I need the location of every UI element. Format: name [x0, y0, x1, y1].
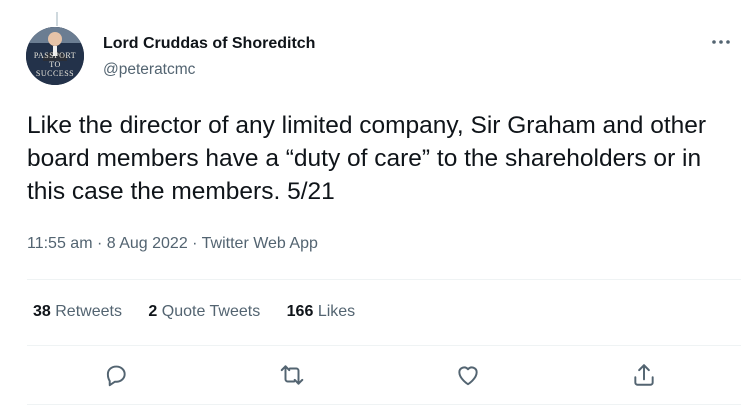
heart-icon[interactable]: [455, 362, 481, 388]
likes-label: Likes: [317, 303, 356, 320]
retweet-icon[interactable]: [279, 362, 305, 388]
avatar-text-line-1: PASSPORT: [33, 51, 77, 60]
action-bar: [0, 362, 741, 388]
tweet-source[interactable]: Twitter Web App: [202, 235, 318, 252]
tweet-meta: 11:55 am · 8 Aug 2022 · Twitter Web App: [27, 235, 318, 253]
meta-separator: ·: [187, 235, 202, 252]
likes-count: 166: [286, 303, 314, 320]
quote-tweets-stat[interactable]: 2 Quote Tweets: [148, 303, 260, 320]
avatar-text-line-3: SUCCESS: [35, 69, 75, 78]
share-icon[interactable]: [631, 362, 657, 388]
avatar-text-line-2: TO: [49, 60, 61, 69]
thread-line: [56, 12, 58, 26]
author-name[interactable]: Lord Cruddas of Shoreditch: [103, 35, 315, 53]
likes-stat[interactable]: 166 Likes: [287, 303, 356, 320]
retweets-stat[interactable]: 38 Retweets: [33, 303, 122, 320]
reply-icon[interactable]: [103, 362, 129, 388]
tweet-time[interactable]: 11:55 am: [27, 235, 93, 252]
tweet-text: Like the director of any limited company…: [27, 112, 707, 205]
tweet-stats: 38 Retweets 2 Quote Tweets 166 Likes: [33, 303, 377, 321]
avatar[interactable]: PASSPORT TO SUCCESS: [26, 27, 84, 85]
retweets-count: 38: [33, 303, 51, 320]
meta-separator: ·: [92, 235, 107, 252]
divider: [27, 404, 741, 405]
divider: [27, 279, 741, 280]
retweets-label: Retweets: [55, 303, 122, 320]
more-icon[interactable]: [711, 33, 731, 49]
tweet-date[interactable]: 8 Aug 2022: [107, 235, 188, 252]
author-handle[interactable]: @peteratcmc: [103, 61, 195, 79]
quote-tweets-count: 2: [148, 303, 158, 320]
quote-tweets-label: Quote Tweets: [161, 303, 261, 320]
divider: [27, 345, 741, 346]
